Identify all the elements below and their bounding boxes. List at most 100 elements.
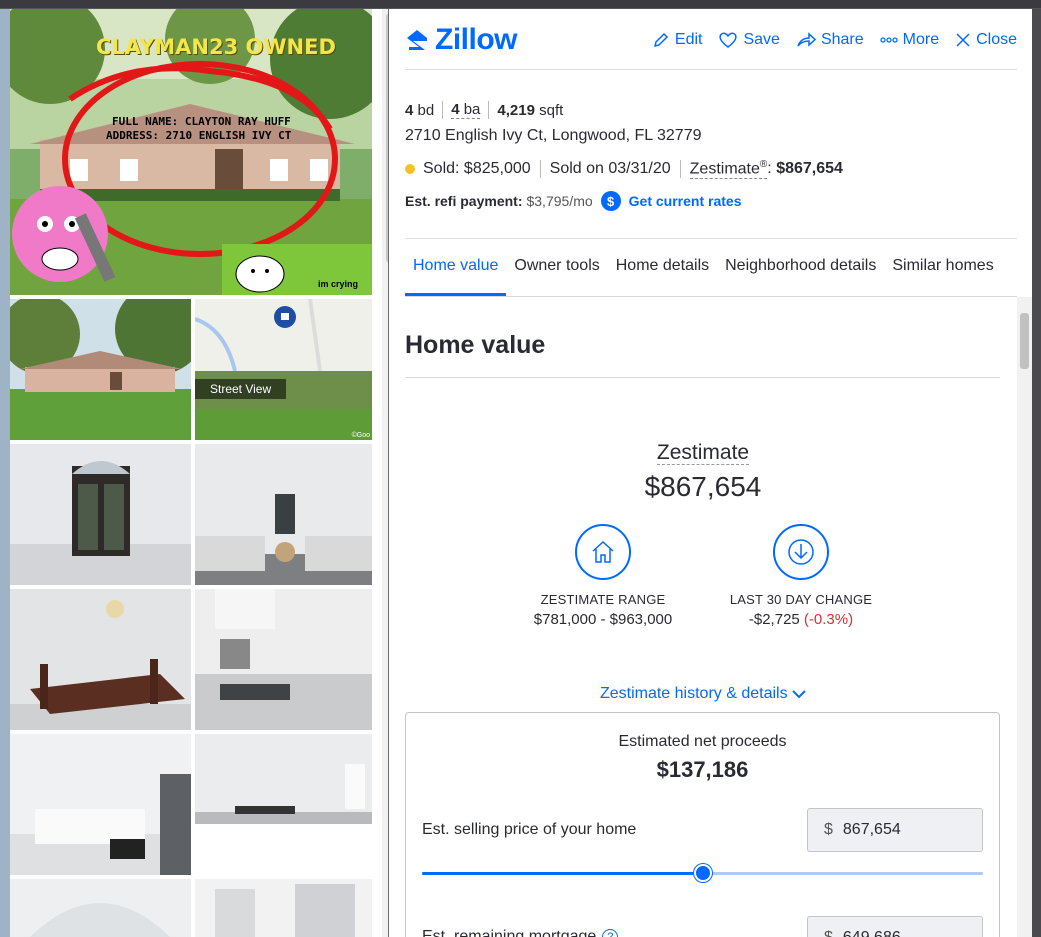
home-facts: 4 bd 4 ba 4,219 sqft: [405, 101, 563, 119]
pencil-icon: [653, 32, 668, 48]
background-map-strip: [0, 9, 10, 937]
share-button-label: Share: [820, 31, 864, 48]
photo-front-exterior[interactable]: [10, 299, 191, 440]
dollar-icon: $: [600, 191, 621, 211]
sold-price: Sold: $825,000: [423, 160, 531, 178]
zestimate-status-value: $867,654: [776, 160, 843, 178]
more-dots-icon: [879, 37, 898, 43]
zestimate-value: $867,654: [644, 471, 762, 502]
close-button[interactable]: Close: [955, 31, 1017, 49]
status-divider: [679, 160, 681, 179]
gallery-scrollbar-thumb[interactable]: [386, 13, 388, 263]
mortgage-currency: $: [824, 929, 833, 937]
tab-similar-homes[interactable]: Similar homes: [884, 249, 1001, 296]
status-divider: [539, 160, 541, 179]
selling-price-slider-fill: [422, 872, 703, 875]
photo-living-room[interactable]: [195, 444, 372, 585]
photo-kitchen-sink[interactable]: [195, 589, 372, 730]
chevron-down-icon: [792, 690, 806, 699]
selling-price-input[interactable]: $ 867,654: [807, 808, 983, 852]
mortgage-label-text: Est. remaining mortgage: [422, 928, 597, 937]
sqft-unit: sqft: [539, 101, 564, 119]
last-30-day-change-label: LAST 30 DAY CHANGE: [729, 592, 873, 607]
photo-kitchen-overview[interactable]: [10, 879, 191, 937]
zestimate-label-text: Zestimate: [656, 441, 750, 465]
mortgage-value: 649,686: [843, 929, 901, 937]
net-proceeds-card: Estimated net proceeds $137,186 Est. sel…: [405, 712, 1000, 937]
last-30-day-change-stat: LAST 30 DAY CHANGE -$2,725 (-0.3%): [701, 524, 901, 628]
street-view-thumbnail[interactable]: Street View ©Goo: [195, 371, 372, 440]
more-button[interactable]: More: [879, 31, 940, 49]
zestimate-label[interactable]: Zestimate: [389, 441, 1017, 465]
zestimate-range-stat: ZESTIMATE RANGE $781,000 - $963,000: [503, 524, 703, 628]
refi-label: Est. refi payment:: [405, 193, 523, 209]
hero-overlay-caption: im crying: [318, 279, 359, 289]
content-scrollbar-thumb[interactable]: [1020, 313, 1029, 369]
hero-overlay-name: FULL NAME: CLAYTON RAY HUFF: [112, 115, 291, 128]
baths-group[interactable]: 4 ba: [451, 101, 481, 119]
sale-status-row: Sold: $825,000 Sold on 03/31/20 Zestimat…: [405, 159, 843, 180]
remaining-mortgage-input[interactable]: $ 649,686: [807, 916, 983, 937]
photo-kitchen-island[interactable]: [10, 734, 191, 875]
map-thumbnail[interactable]: [195, 299, 372, 371]
get-current-rates-link[interactable]: Get current rates: [629, 193, 742, 209]
zillow-logo-icon: [407, 30, 427, 50]
zestimate-history-link[interactable]: Zestimate history & details: [389, 685, 1017, 703]
registered-mark: ®: [759, 159, 768, 170]
selling-price-slider[interactable]: [422, 864, 983, 882]
photo-gallery[interactable]: CLAYMAN23 OWNED FULL NAME: CLAYTON RAY H…: [10, 9, 388, 937]
tab-neighborhood-details[interactable]: Neighborhood details: [717, 249, 884, 296]
selling-price-currency: $: [824, 821, 833, 838]
edit-button-label: Edit: [674, 31, 703, 48]
photo-kitchen-backsplash[interactable]: [195, 734, 372, 875]
house-icon-circle: [575, 524, 631, 580]
selling-price-slider-thumb[interactable]: [693, 864, 712, 882]
share-arrow-icon: [797, 32, 816, 47]
zestimate-status-colon: :: [767, 160, 772, 178]
gallery-scrollbar[interactable]: [382, 9, 388, 937]
help-icon[interactable]: ?: [602, 928, 619, 937]
sold-status-dot: [405, 164, 415, 175]
change-amount: -$2,725: [748, 611, 800, 628]
baths-count: 4: [451, 101, 460, 118]
selling-price-label: Est. selling price of your home: [422, 821, 637, 838]
down-arrow-circle-icon: [788, 539, 814, 565]
share-button[interactable]: Share: [796, 31, 864, 49]
photo-kitchen-cabinets[interactable]: [195, 879, 372, 937]
zestimate-status-label: Zestimate: [689, 160, 760, 178]
selling-price-value: 867,654: [842, 821, 901, 838]
refi-value: $3,795/mo: [526, 193, 593, 209]
zillow-logo[interactable]: Zillow: [405, 23, 518, 57]
hero-overlay-address: ADDRESS: 2710 ENGLISH IVY CT: [106, 129, 292, 142]
heart-icon: [719, 32, 738, 48]
tab-owner-tools[interactable]: Owner tools: [506, 249, 607, 296]
sqft-count: 4,219: [497, 101, 535, 119]
down-arrow-icon-circle: [773, 524, 829, 580]
photo-dining-room[interactable]: [10, 589, 191, 730]
baths-unit: ba: [463, 101, 481, 118]
close-icon: [956, 33, 970, 47]
save-button[interactable]: Save: [718, 31, 780, 49]
zestimate-tooltip-trigger[interactable]: Zestimate®: [689, 159, 768, 180]
hero-overlay-title: CLAYMAN23 OWNED: [96, 35, 336, 59]
zestimate-range-label: ZESTIMATE RANGE: [540, 592, 666, 607]
sold-date: Sold on 03/31/20: [549, 160, 671, 178]
zillow-logo-text: Zillow: [435, 23, 518, 56]
browser-top-edge: [0, 0, 1041, 9]
background-page-strip: [1032, 9, 1041, 937]
map-credit: ©Goo: [351, 432, 370, 439]
beds-unit: bd: [417, 101, 435, 119]
more-button-label: More: [902, 31, 940, 48]
photo-entry-foyer[interactable]: [10, 444, 191, 585]
tab-home-value[interactable]: Home value: [405, 249, 507, 296]
refi-payment-row: Est. refi payment: $3,795/mo $ Get curre…: [405, 191, 741, 211]
save-button-label: Save: [743, 31, 780, 48]
facts-divider: [442, 101, 444, 119]
close-button-label: Close: [976, 31, 1017, 48]
hero-photo[interactable]: CLAYMAN23 OWNED FULL NAME: CLAYTON RAY H…: [10, 9, 372, 295]
edit-button[interactable]: Edit: [652, 31, 703, 49]
facts-divider: [488, 101, 490, 119]
content-scrollbar[interactable]: [1017, 297, 1032, 937]
tab-home-details[interactable]: Home details: [608, 249, 717, 296]
section-rule: [405, 377, 1000, 378]
